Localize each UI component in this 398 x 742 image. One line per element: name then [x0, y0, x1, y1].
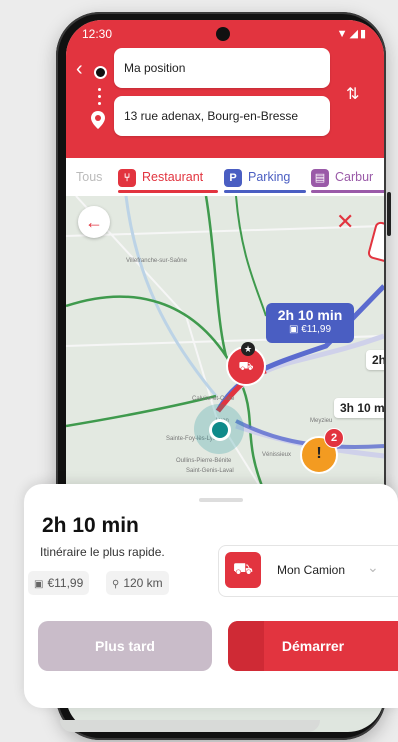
close-icon: ✕ — [336, 209, 355, 234]
map-view[interactable]: Villefranche-sur-Saône Caluire-et-Cuire … — [66, 196, 384, 496]
category-all[interactable]: Tous — [76, 158, 102, 196]
map-place-label: Caluire-et-Cuire — [192, 396, 235, 402]
distance-chip: ⚲ 120 km — [106, 571, 169, 595]
distance-value: 120 km — [123, 576, 163, 590]
route-duration: 2h 10 min — [277, 307, 343, 323]
route-summary-sheet: 2h 10 min Itinéraire le plus rapide. ▣ €1… — [24, 484, 398, 708]
alt-route-badge[interactable]: 3h 10 mi — [334, 398, 384, 418]
current-position-icon — [209, 419, 231, 441]
price-value: €11,99 — [47, 576, 84, 590]
summary-duration: 2h 10 min — [42, 514, 139, 537]
back-icon[interactable]: ‹ — [76, 58, 83, 81]
alt-route-badge[interactable]: 2h 2 — [366, 350, 384, 370]
category-label: Parking — [248, 170, 291, 184]
category-fuel[interactable]: ▤ Carbur — [311, 158, 384, 196]
status-bar: 12:30 ▼◢▮ — [66, 26, 384, 44]
map-place-label: Meyzieu — [310, 418, 333, 424]
category-underline — [224, 190, 306, 193]
vehicle-selector[interactable]: ⛟ Mon Camion ⌄ — [218, 545, 398, 597]
category-underline — [311, 190, 384, 193]
start-button[interactable]: Démarrer — [228, 621, 398, 671]
volume-button — [387, 192, 391, 236]
truck-icon: ⛟ — [225, 552, 261, 588]
arrow-left-icon: ← — [85, 212, 103, 232]
route-header: 12:30 ▼◢▮ ‹ Ma position 13 rue adenax, B… — [66, 20, 384, 158]
origin-input[interactable]: Ma position — [114, 48, 330, 88]
price-chip: ▣ €11,99 — [28, 571, 90, 595]
fuel-icon: ▤ — [311, 168, 329, 187]
route-price: ▣ €11,99 — [266, 324, 354, 335]
route-distance-icon: ⚲ — [112, 579, 120, 590]
map-place-label: Oullins-Pierre-Bénite — [176, 458, 232, 464]
category-underline — [118, 190, 218, 193]
destination-input[interactable]: 13 rue adenax, Bourg-en-Bresse — [114, 96, 330, 136]
origin-dot-icon — [94, 66, 107, 79]
warning-count-badge: 2 — [324, 428, 344, 448]
map-place-label: Vénissieux — [262, 452, 292, 458]
vehicle-name: Mon Camion — [277, 563, 346, 577]
chevron-down-icon: ⌄ — [367, 559, 379, 575]
later-button[interactable]: Plus tard — [38, 621, 212, 671]
route-dots-icon — [98, 88, 101, 109]
route-badge[interactable]: 2h 10 min ▣ €11,99 — [266, 303, 354, 343]
swap-icon[interactable]: ⇅ — [346, 84, 359, 104]
fork-knife-icon: ⑂ — [118, 168, 136, 187]
map-back-button[interactable]: ← — [78, 206, 110, 238]
summary-subtitle: Itinéraire le plus rapide. — [40, 545, 165, 559]
close-button[interactable]: ✕ — [336, 206, 354, 238]
category-label: Carbur — [335, 170, 374, 184]
category-label: Restaurant — [142, 170, 204, 184]
parking-icon: P — [224, 168, 242, 187]
phone-bottom-bezel — [60, 720, 320, 732]
map-place-label: Saint-Genis-Laval — [186, 468, 234, 474]
restaurant-poi-marker[interactable]: ⛟ ★ — [226, 342, 266, 386]
category-parking[interactable]: P Parking — [224, 158, 306, 196]
truck-stop-icon: ⛟ — [238, 359, 254, 373]
start-label: Démarrer — [281, 638, 345, 654]
start-button-accent — [228, 621, 264, 671]
destination-pin-icon — [91, 111, 105, 129]
toll-icon: ▣ — [34, 579, 44, 590]
star-icon: ★ — [241, 342, 255, 356]
toll-icon: ▣ — [288, 324, 302, 335]
status-time: 12:30 — [82, 27, 113, 41]
status-icons: ▼◢▮ — [336, 28, 368, 40]
category-restaurant[interactable]: ⑂ Restaurant — [118, 158, 218, 196]
category-filter-bar: Tous ⑂ Restaurant P Parking ▤ Carbur — [66, 158, 384, 196]
sheet-drag-handle[interactable] — [199, 498, 243, 502]
route-price-value: €11,99 — [301, 324, 332, 335]
map-place-label: Villefranche-sur-Saône — [126, 258, 187, 264]
camera-cutout — [216, 27, 230, 41]
